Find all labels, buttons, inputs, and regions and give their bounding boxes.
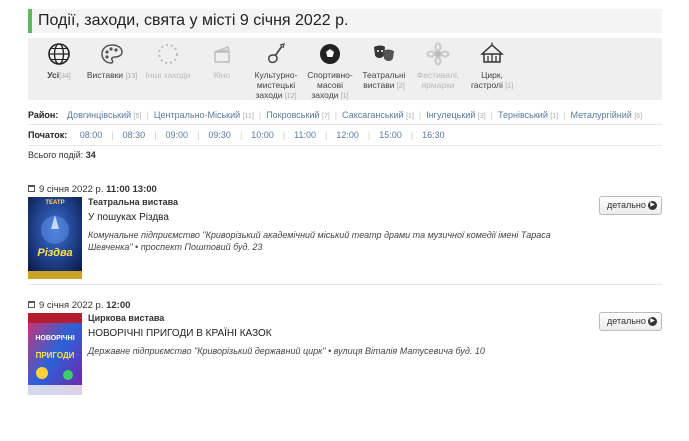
calendar-icon [28,185,35,192]
separator: | [146,110,149,120]
divider [28,124,662,125]
separator: | [258,110,262,120]
separator: | [111,130,114,140]
separator: | [197,130,200,140]
clapperboard-icon [214,46,230,63]
category-exhibitions[interactable]: Виставки [13] [86,42,138,82]
category-other-events[interactable]: Інші заходи [142,42,194,82]
details-button[interactable]: детально ▶ [599,312,662,331]
event-body: Циркова вистава НОВОРІЧНІ ПРИГОДИ В КРАЇ… [88,312,593,357]
separator: | [563,110,566,120]
details-button[interactable]: детально ▶ [599,196,662,215]
event-name[interactable]: НОВОРІЧНІ ПРИГОДИ В КРАЇНІ КАЗОК [88,327,593,341]
start-time-link[interactable]: 15:00 [379,130,402,140]
separator: | [325,130,328,140]
start-time-label: Початок: [28,130,68,140]
event-type: Театральна вистава [88,197,179,207]
category-theater[interactable]: Театральні вистави [2] [358,42,410,92]
event-body: Театральна вистава У пошуках Різдва Кому… [88,196,593,253]
palette-icon [101,44,123,64]
event-date: 9 січня 2022 р. 11:00 13:00 [28,184,662,196]
poster-title-text: ПРИГОДИ [35,351,75,360]
poster-top-text: НОВОРІЧНІ [35,335,75,342]
category-label: Кіно [213,70,231,80]
event-poster[interactable]: ТЕАТР Різдва [28,197,82,279]
flower-icon [426,42,450,66]
separator: | [334,110,338,120]
divider [28,145,662,146]
separator: | [239,130,243,140]
start-time-link[interactable]: 12:00 [336,130,359,140]
category-festivals[interactable]: Фестивалі, ярмарки [412,42,464,92]
district-label: Район: [28,110,59,120]
start-time-link[interactable]: 08:30 [123,130,146,140]
divider [28,284,662,285]
district-link[interactable]: Центрально-Міський [11] [154,110,254,120]
separator: | [490,110,494,120]
category-label: Виставки [86,70,124,80]
event-poster[interactable]: НОВОРІЧНІ ПРИГОДИ [28,313,82,395]
category-cinema[interactable]: Кіно [196,42,248,82]
event-card: 9 січня 2022 р. 11:00 13:00 ТЕАТР Різдва… [28,184,662,279]
guitar-icon [268,43,285,64]
event-card: 9 січня 2022 р. 12:00 НОВОРІЧНІ ПРИГОДИ … [28,300,662,395]
separator: | [282,130,286,140]
district-filter: Район: Довгинцівський [5] | Центрально-Міс… [28,109,642,123]
district-link[interactable]: Довгинцівський [5] [67,110,142,120]
start-time-filter: Початок: 08:00 | 08:30 | 09:00 | 09:30 | 10:00 | 1… [28,129,445,141]
event-name[interactable]: У пошуках Різдва [88,211,593,225]
category-circus[interactable]: Цирк, гастролі [1] [466,42,518,92]
event-type: Циркова вистава [88,313,165,323]
start-time-link[interactable]: 09:30 [208,130,231,140]
start-time-link[interactable]: 08:00 [80,130,103,140]
category-label: Цирк, гастролі [470,70,503,90]
category-label: Фестивалі, ярмарки [416,70,460,90]
page-title: Події, заходи, свята у місті 9 січня 202… [38,12,349,29]
category-bar: Усі[34] Виставки [13] Інші заходи Кіно К… [28,38,662,100]
separator: | [410,130,414,140]
circus-tent-icon [480,42,504,63]
separator: | [418,110,422,120]
district-link[interactable]: Інгулецький [3] [426,110,485,120]
event-date: 9 січня 2022 р. 12:00 [28,300,662,312]
arrow-right-icon: ▶ [648,201,657,210]
category-sport-events[interactable]: Спортивно-масові заходи [1] [304,42,356,102]
total-count: 34 [85,150,96,160]
district-link[interactable]: Металургійний [6] [571,110,643,120]
start-time-link[interactable]: 16:30 [422,130,445,140]
category-label: Інші заходи [145,70,191,80]
event-place: Комунальне підприємство "Криворізький ак… [88,230,551,252]
start-time-link[interactable]: 11:00 [294,130,316,140]
start-time-link[interactable]: 09:00 [166,130,189,140]
category-label: Усі [47,70,60,80]
page-title-bar: Події, заходи, свята у місті 9 січня 202… [28,9,662,33]
dotted-circle-icon [158,44,178,64]
theater-masks-icon [374,45,394,61]
arrow-right-icon: ▶ [648,317,657,326]
district-link[interactable]: Саксаганський [1] [342,110,414,120]
event-place: Державне підприємство "Криворізький держ… [88,346,485,356]
total-events: Всього подій: 34 [28,150,96,160]
district-link[interactable]: Тернівський [1] [498,110,558,120]
soccer-ball-icon [320,44,340,64]
calendar-icon [28,301,35,308]
separator: | [367,130,371,140]
category-cultural-events[interactable]: Культурно-мистецькі заходи [12] [250,42,302,102]
start-time-link[interactable]: 10:00 [251,130,274,140]
poster-top-text: ТЕАТР [45,200,65,206]
category-all[interactable]: Усі[34] [33,42,85,82]
globe-icon [48,43,70,65]
separator: | [154,130,157,140]
district-link[interactable]: Покровський [7] [266,110,330,120]
poster-title-text: Різдва [37,247,73,259]
